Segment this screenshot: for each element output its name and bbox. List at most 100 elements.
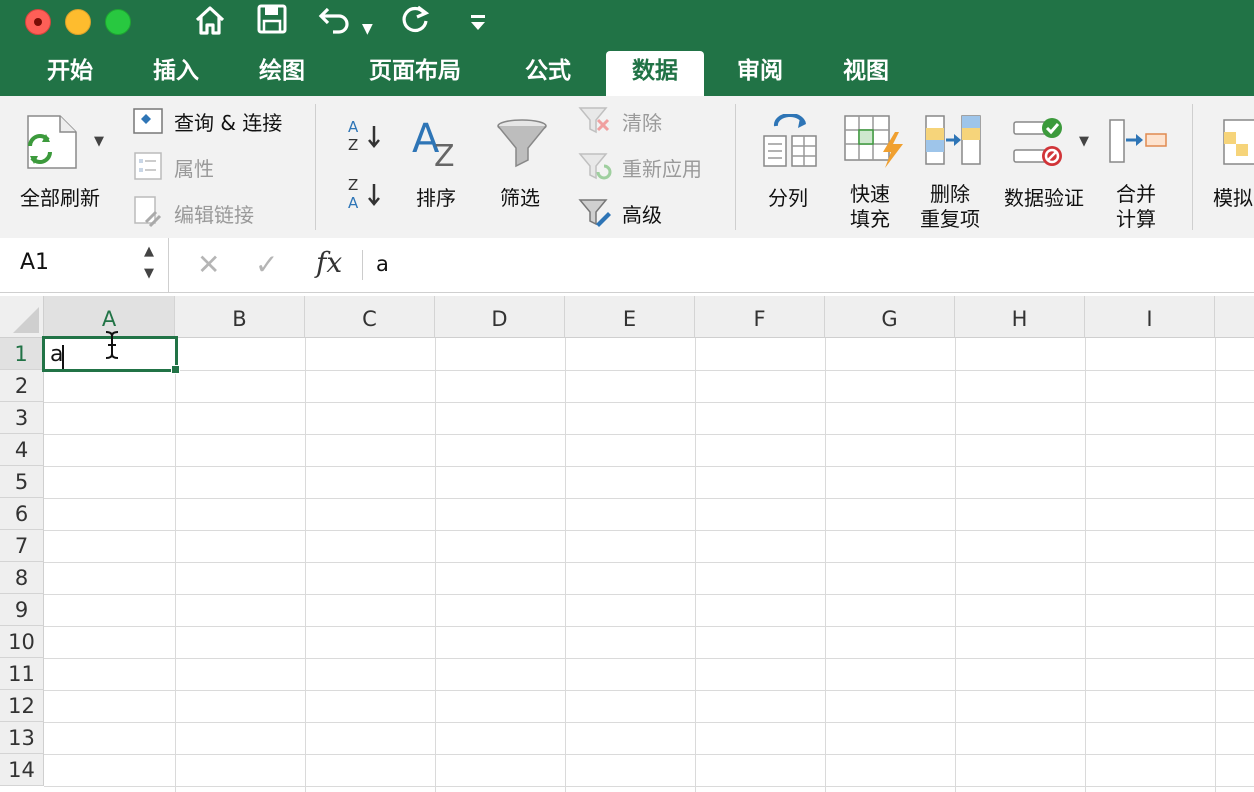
column-header-i[interactable]: I <box>1085 296 1215 338</box>
advanced-filter-icon[interactable] <box>578 196 612 232</box>
sort-icon[interactable]: AZ <box>410 114 466 174</box>
gridline <box>695 338 696 792</box>
properties-icon <box>134 152 162 184</box>
name-box-value[interactable]: A1 <box>20 250 49 275</box>
close-window-button[interactable] <box>25 9 51 35</box>
tab-insert[interactable]: 插入 <box>136 51 216 96</box>
query-connections-icon[interactable] <box>133 108 163 138</box>
confirm-entry-icon[interactable]: ✓ <box>255 248 278 281</box>
select-all-button[interactable] <box>0 296 44 338</box>
sort-ascending-icon[interactable]: AZ <box>344 118 384 158</box>
consolidate-label-line2: 计算 <box>1116 207 1156 231</box>
tab-formulas[interactable]: 公式 <box>508 51 588 96</box>
save-icon[interactable] <box>256 3 288 45</box>
name-box-down-icon[interactable]: ▼ <box>144 266 154 281</box>
flash-fill-label[interactable]: 快速 填充 <box>850 182 890 232</box>
ribbon-separator <box>315 104 316 230</box>
insert-function-button[interactable]: fx <box>316 246 342 279</box>
gridline <box>44 434 1254 435</box>
customize-toolbar-icon[interactable] <box>469 8 487 46</box>
gridline <box>44 562 1254 563</box>
cancel-entry-icon[interactable]: ✕ <box>197 248 220 281</box>
tab-review[interactable]: 审阅 <box>720 51 800 96</box>
row-header-12[interactable]: 12 <box>0 690 44 722</box>
row-header-2[interactable]: 2 <box>0 370 44 402</box>
undo-icon[interactable] <box>317 3 353 45</box>
maximize-window-button[interactable] <box>105 9 131 35</box>
data-validation-label[interactable]: 数据验证 <box>1004 182 1084 211</box>
tab-view[interactable]: 视图 <box>826 51 906 96</box>
gridline <box>44 786 1254 787</box>
row-header-1[interactable]: 1 <box>0 338 44 370</box>
edit-links-label: 编辑链接 <box>174 203 254 227</box>
name-box[interactable]: A1 ▲ ▼ <box>0 238 169 292</box>
column-header-f[interactable]: F <box>695 296 825 338</box>
home-icon[interactable] <box>193 3 227 47</box>
gridline <box>44 722 1254 723</box>
redo-icon[interactable] <box>398 3 432 47</box>
advanced-filter-label[interactable]: 高级 <box>622 199 662 228</box>
row-header-14[interactable]: 14 <box>0 754 44 786</box>
filter-label[interactable]: 筛选 <box>500 182 540 211</box>
column-header-h[interactable]: H <box>955 296 1085 338</box>
svg-text:Z: Z <box>434 139 455 170</box>
ribbon-separator <box>735 104 736 230</box>
consolidate-label-line1: 合并 <box>1116 182 1156 206</box>
row-header-3[interactable]: 3 <box>0 402 44 434</box>
flash-fill-icon[interactable] <box>843 114 905 174</box>
column-header-e[interactable]: E <box>565 296 695 338</box>
worksheet-grid[interactable]: A B C D E F G H I 1 2 3 4 5 6 7 8 9 10 1… <box>0 296 1254 792</box>
row-header-11[interactable]: 11 <box>0 658 44 690</box>
what-if-analysis-icon[interactable] <box>1222 118 1254 170</box>
sort-label[interactable]: 排序 <box>416 182 456 211</box>
remove-duplicates-icon[interactable] <box>924 114 982 170</box>
text-to-columns-label[interactable]: 分列 <box>768 182 808 211</box>
formula-separator <box>362 250 363 280</box>
refresh-all-label[interactable]: 全部刷新 <box>20 182 100 211</box>
gridline <box>1215 338 1216 792</box>
svg-text:Z: Z <box>348 136 358 154</box>
column-header-b[interactable]: B <box>175 296 305 338</box>
column-header-partial[interactable] <box>1215 296 1254 338</box>
query-connections-label[interactable]: 查询 & 连接 <box>174 107 282 136</box>
row-header-9[interactable]: 9 <box>0 594 44 626</box>
name-box-up-icon[interactable]: ▲ <box>144 244 154 259</box>
title-bar: ▼ 开始 插入 绘图 页面布局 公式 数据 审阅 视图 <box>0 0 1254 96</box>
ribbon-separator <box>1192 104 1193 230</box>
data-validation-dropdown-icon[interactable]: ▼ <box>1079 134 1089 149</box>
gridline <box>44 690 1254 691</box>
sort-descending-icon[interactable]: ZA <box>344 176 384 216</box>
clear-filter-icon <box>578 104 612 138</box>
refresh-dropdown-icon[interactable]: ▼ <box>94 134 104 149</box>
row-header-6[interactable]: 6 <box>0 498 44 530</box>
svg-text:Z: Z <box>348 176 358 194</box>
filter-icon[interactable] <box>496 118 548 174</box>
tab-home[interactable]: 开始 <box>30 51 110 96</box>
column-header-g[interactable]: G <box>825 296 955 338</box>
svg-text:A: A <box>348 194 359 212</box>
refresh-all-icon[interactable] <box>22 112 82 176</box>
gridline <box>44 658 1254 659</box>
data-validation-icon[interactable] <box>1012 116 1066 172</box>
row-header-10[interactable]: 10 <box>0 626 44 658</box>
row-header-13[interactable]: 13 <box>0 722 44 754</box>
formula-input[interactable]: a <box>376 252 389 276</box>
remove-duplicates-label[interactable]: 删除 重复项 <box>920 182 980 232</box>
what-if-analysis-label[interactable]: 模拟 <box>1213 182 1253 211</box>
row-header-4[interactable]: 4 <box>0 434 44 466</box>
row-header-7[interactable]: 7 <box>0 530 44 562</box>
row-header-8[interactable]: 8 <box>0 562 44 594</box>
reapply-filter-icon <box>578 150 612 186</box>
text-to-columns-icon[interactable] <box>762 112 818 174</box>
undo-dropdown-icon[interactable]: ▼ <box>362 10 373 48</box>
row-header-5[interactable]: 5 <box>0 466 44 498</box>
gridline <box>44 498 1254 499</box>
tab-page-layout[interactable]: 页面布局 <box>352 51 478 96</box>
minimize-window-button[interactable] <box>65 9 91 35</box>
tab-draw[interactable]: 绘图 <box>242 51 322 96</box>
column-header-c[interactable]: C <box>305 296 435 338</box>
column-header-d[interactable]: D <box>435 296 565 338</box>
tab-data[interactable]: 数据 <box>606 51 704 96</box>
consolidate-label[interactable]: 合并 计算 <box>1116 182 1156 232</box>
consolidate-icon[interactable] <box>1108 118 1170 168</box>
